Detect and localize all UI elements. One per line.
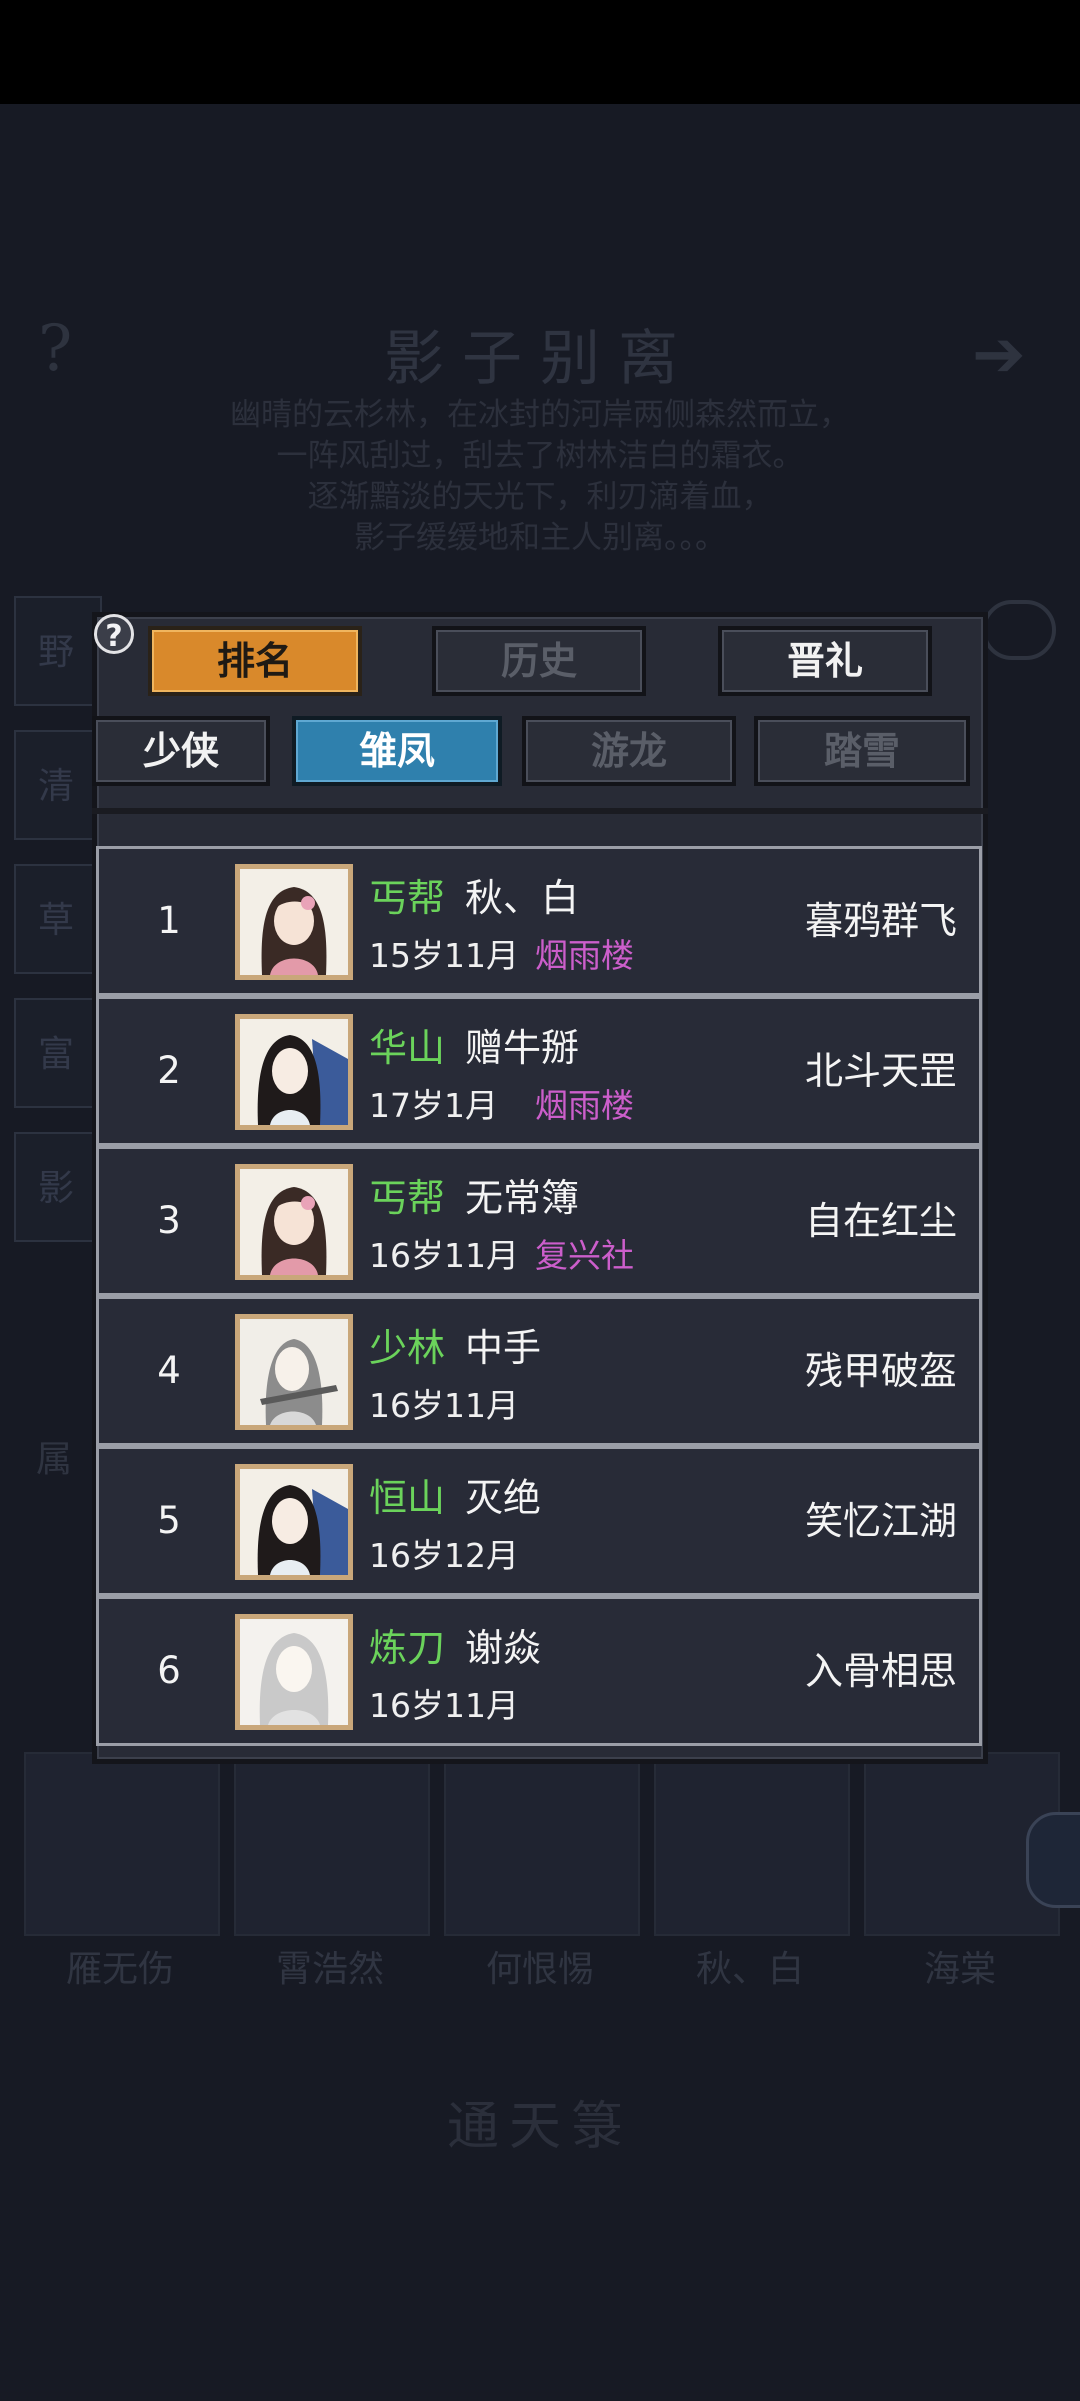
guild-name: 烟雨楼	[535, 1086, 634, 1125]
subtab-taxue[interactable]: 踏雪	[754, 716, 970, 786]
player-age: 15岁11月	[369, 936, 519, 975]
sect-label: 炼刀	[369, 1626, 446, 1670]
avatar[interactable]	[235, 1464, 353, 1580]
tab-ranking[interactable]: 排名	[148, 626, 362, 696]
subtab-chufeng[interactable]: 雏凤	[292, 716, 502, 786]
background-side-tab: 草	[14, 864, 102, 974]
rank-number: 1	[157, 899, 181, 942]
avatar[interactable]	[235, 864, 353, 980]
tab-promotion[interactable]: 晋礼	[718, 626, 932, 696]
status-bar	[0, 0, 1080, 104]
help-icon[interactable]: ?	[94, 614, 134, 654]
background-card-name: 霄浩然	[275, 1949, 384, 1990]
avatar[interactable]	[235, 1164, 353, 1280]
poem-line: 影子缓缓地和主人别离。。。	[354, 520, 726, 556]
player-age: 17岁1月	[369, 1086, 498, 1125]
player-name: 灭绝	[465, 1476, 542, 1520]
player-age: 16岁12月	[369, 1536, 519, 1575]
ranking-row[interactable]: 5 恒山 灭绝 16岁12月 笑忆江湖	[96, 1446, 982, 1596]
guild-name: 复兴社	[535, 1236, 634, 1275]
player-title: 北斗天罡	[804, 1049, 957, 1093]
player-title: 自在红尘	[804, 1199, 957, 1243]
background-side-tab: 野	[14, 596, 102, 706]
background-character-card	[654, 1752, 850, 1936]
background-card-name: 秋、白	[695, 1949, 804, 1990]
background-side-tab: 清	[14, 730, 102, 840]
tab-history[interactable]: 历史	[432, 626, 646, 696]
sect-label: 丐帮	[369, 876, 446, 920]
background-card-name: 何恨惕	[485, 1949, 594, 1990]
sect-label: 恒山	[369, 1476, 446, 1520]
background-bottom-title: 通天箓	[446, 2097, 633, 2157]
player-title: 残甲破盔	[804, 1349, 957, 1393]
player-age: 16岁11月	[369, 1386, 519, 1425]
background-side-tab: 影	[14, 1132, 102, 1242]
poem-line: 逐渐黯淡的天光下，利刃滴着血，	[307, 479, 773, 515]
background-card-name: 雁无伤	[65, 1949, 174, 1990]
poem-line: 幽晴的云杉林，在冰封的河岸两侧森然而立，	[230, 397, 850, 433]
background-title: 影子别离	[384, 324, 696, 394]
tab-divider	[92, 808, 988, 814]
rank-number: 2	[157, 1049, 181, 1092]
poem-line: 一阵风刮过，刮去了树林洁白的霜衣。	[276, 438, 804, 474]
sect-label: 丐帮	[369, 1176, 446, 1220]
player-age: 16岁11月	[369, 1686, 519, 1725]
player-title: 入骨相思	[804, 1649, 957, 1693]
player-age: 16岁11月	[369, 1236, 519, 1275]
rank-number: 5	[157, 1499, 181, 1542]
guild-name: 烟雨楼	[535, 936, 634, 975]
background-side-tab: 富	[14, 998, 102, 1108]
player-name: 无常簿	[465, 1176, 580, 1220]
arrow-right-icon: ➔	[972, 318, 1026, 392]
ranking-row[interactable]: 1 丐帮 秋、白 15岁11月 烟雨楼 暮鸦群飞	[96, 846, 982, 996]
ranking-row[interactable]: 3 丐帮 无常簿 16岁11月 复兴社 自在红尘	[96, 1146, 982, 1296]
background-card-name: 海棠	[923, 1949, 996, 1990]
avatar[interactable]	[235, 1314, 353, 1430]
side-menu-button	[1026, 1812, 1080, 1908]
background-character-card	[24, 1752, 220, 1936]
player-name: 赠牛掰	[465, 1026, 580, 1070]
avatar[interactable]	[235, 1614, 353, 1730]
background-attr-label: 属	[36, 1439, 73, 1480]
background-character-card	[234, 1752, 430, 1936]
player-name: 中手	[465, 1326, 542, 1370]
player-title: 暮鸦群飞	[804, 899, 957, 943]
player-name: 秋、白	[465, 876, 580, 920]
ranking-row[interactable]: 6 炼刀 谢焱 16岁11月 入骨相思	[96, 1596, 982, 1746]
player-name: 谢焱	[465, 1626, 542, 1670]
chat-bubble-icon	[982, 600, 1056, 660]
background-poem: 幽晴的云杉林，在冰封的河岸两侧森然而立， 一阵风刮过，刮去了树林洁白的霜衣。 逐…	[100, 395, 980, 559]
rank-number: 6	[157, 1649, 181, 1692]
sect-label: 少林	[369, 1326, 446, 1370]
subtab-shaoxia[interactable]: 少侠	[92, 716, 270, 786]
subtab-youlong[interactable]: 游龙	[522, 716, 736, 786]
ranking-row[interactable]: 2 华山 赠牛掰 17岁1月 烟雨楼 北斗天罡	[96, 996, 982, 1146]
background-character-card	[444, 1752, 640, 1936]
rank-number: 3	[157, 1199, 181, 1242]
player-title: 笑忆江湖	[804, 1499, 957, 1543]
ranking-row[interactable]: 4 少林 中手 16岁11月 残甲破盔	[96, 1296, 982, 1446]
rank-number: 4	[157, 1349, 181, 1392]
avatar[interactable]	[235, 1014, 353, 1130]
sect-label: 华山	[369, 1026, 446, 1070]
